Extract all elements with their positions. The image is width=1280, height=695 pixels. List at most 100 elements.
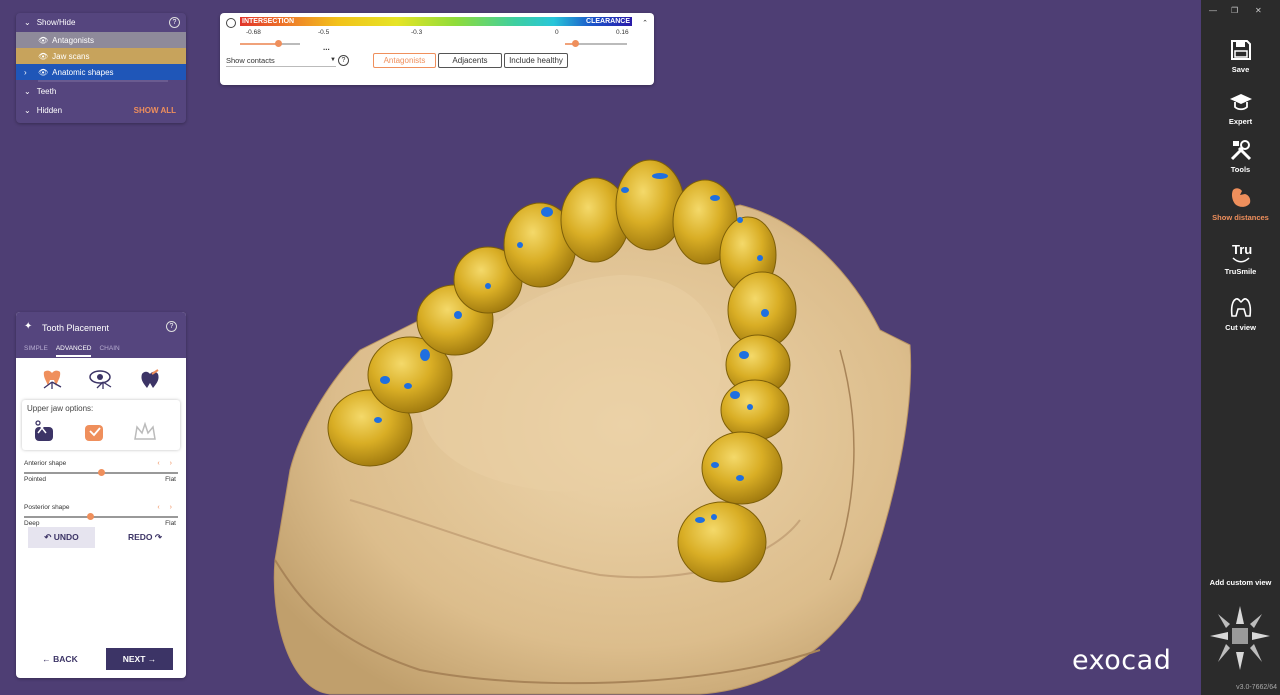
tab-chain[interactable]: CHAIN	[99, 345, 119, 357]
help-icon[interactable]: ?	[338, 55, 349, 66]
version-label: v3.0-7662/64	[1236, 684, 1277, 691]
group-label: Teeth	[36, 87, 57, 96]
tools-icon	[1230, 140, 1251, 161]
slider-max-label: Flat	[165, 476, 176, 483]
redo-icon: ↷	[154, 532, 163, 542]
help-icon[interactable]: ?	[166, 321, 177, 332]
slider-knob[interactable]	[87, 513, 95, 520]
show-all-button[interactable]: SHOW ALL	[134, 106, 176, 115]
eye-icon[interactable]: 👁	[38, 68, 48, 77]
arrow-left-icon: ←	[42, 654, 51, 664]
slider-track[interactable]	[24, 516, 178, 518]
view-axes-icon[interactable]	[89, 368, 113, 390]
adjacents-toggle[interactable]: Adjacents	[438, 53, 502, 68]
toolbar-label: Tools	[1230, 165, 1251, 174]
upper-jaw-icons	[32, 419, 158, 445]
chevron-right-icon[interactable]: ›	[24, 68, 34, 77]
intersection-label: INTERSECTION	[242, 18, 295, 25]
eye-icon[interactable]: 👁	[38, 36, 48, 45]
antagonists-toggle[interactable]: Antagonists	[373, 53, 436, 68]
group-hidden[interactable]: ⌄ Hidden SHOW ALL	[16, 101, 186, 120]
show-distances-icon	[1231, 188, 1250, 207]
clearance-label: CLEARANCE	[586, 18, 630, 25]
tools-button[interactable]: Tools	[1201, 138, 1280, 174]
include-healthy-toggle[interactable]: Include healthy	[504, 53, 568, 68]
tick-label: -0.5	[318, 29, 330, 36]
tooth-refine-icon[interactable]	[82, 419, 108, 445]
anterior-shape-slider[interactable]: Anterior shape ‹ › Pointed Flat	[24, 460, 178, 494]
add-custom-view-label[interactable]: Add custom view	[1201, 578, 1280, 587]
min-slider-knob[interactable]	[275, 40, 282, 47]
view-cube-icon[interactable]	[1208, 604, 1272, 672]
tick-label: -0.3	[411, 29, 423, 36]
toolbar-label: Show distances	[1212, 213, 1269, 222]
slider-name: Anterior shape	[24, 460, 67, 467]
layer-label: Anatomic shapes	[52, 67, 114, 77]
layer-antagonists[interactable]: 👁 Antagonists	[16, 32, 186, 48]
undo-label: UNDO	[53, 532, 79, 542]
tooth-axes-icon[interactable]	[40, 368, 64, 390]
layer-label: Jaw scans	[52, 51, 90, 61]
tab-simple[interactable]: SIMPLE	[24, 345, 48, 357]
slider-knob[interactable]	[98, 469, 105, 476]
cut-view-icon	[1230, 298, 1251, 317]
slider-arrows-icon[interactable]: ‹ ›	[157, 504, 176, 511]
tooth-placement-panel: ✦ Tooth Placement ? SIMPLE ADVANCED CHAI…	[16, 312, 186, 678]
redo-label: REDO	[127, 532, 153, 542]
magic-wand-icon: ✦	[24, 321, 33, 332]
right-toolbar: — ❐ ✕ Save Expert Tools Show distances T…	[1201, 0, 1280, 695]
show-hide-title: Show/Hide	[36, 18, 76, 27]
trusmile-button[interactable]: Tru TruSmile	[1201, 240, 1280, 276]
max-slider-knob[interactable]	[572, 40, 579, 47]
slider-min-label: Pointed	[24, 476, 47, 483]
undo-button[interactable]: ↶ UNDO	[28, 527, 95, 548]
expert-button[interactable]: Expert	[1201, 90, 1280, 126]
show-hide-panel: ⌄ Show/Hide ? 👁 Antagonists 👁 Jaw scans …	[16, 13, 186, 123]
save-icon	[1230, 40, 1251, 60]
layer-anatomic-shapes[interactable]: › 👁 Anatomic shapes	[16, 64, 186, 80]
cut-view-button[interactable]: Cut view	[1201, 296, 1280, 332]
brand-logo: exocad	[1072, 645, 1172, 676]
collapse-icon[interactable]: ⌃	[642, 19, 648, 27]
help-icon[interactable]: ?	[169, 17, 180, 28]
layer-jaw-scans[interactable]: 👁 Jaw scans	[16, 48, 186, 64]
close-icon[interactable]: ✕	[1255, 6, 1262, 15]
distance-colorbar: INTERSECTION CLEARANCE	[240, 17, 632, 26]
slider-max-label: Flat	[165, 520, 176, 527]
distance-legend-panel: INTERSECTION CLEARANCE -0.68 -0.5 -0.3 0…	[220, 13, 654, 85]
show-hide-header[interactable]: ⌄ Show/Hide ?	[16, 13, 186, 32]
arrow-right-icon: →	[147, 654, 157, 664]
layer-label: Antagonists	[52, 35, 94, 45]
chevron-down-icon: ⌄	[24, 87, 31, 96]
tick-label: 0.16	[616, 29, 629, 36]
group-teeth[interactable]: ⌄ Teeth	[16, 82, 186, 101]
chevron-down-icon: ⌄	[24, 18, 31, 27]
more-dots[interactable]: ...	[323, 43, 330, 52]
upper-jaw-label: Upper jaw options:	[27, 404, 94, 413]
trusmile-icon: Tru	[1232, 242, 1252, 263]
tooth-shape-icon[interactable]	[138, 368, 162, 390]
toolbar-label: Save	[1231, 65, 1250, 74]
toolbar-label: TruSmile	[1224, 267, 1257, 276]
back-button[interactable]: ← BACK	[30, 649, 90, 669]
group-label: Hidden	[36, 106, 63, 115]
placement-title: Tooth Placement	[42, 323, 110, 333]
redo-button[interactable]: REDO ↷	[114, 527, 176, 548]
crown-outline-icon[interactable]	[132, 419, 158, 445]
slider-name: Posterior shape	[24, 504, 70, 511]
minimize-icon[interactable]: —	[1209, 6, 1217, 15]
restore-icon[interactable]: ❐	[1231, 6, 1238, 15]
next-button[interactable]: NEXT →	[106, 648, 173, 670]
placement-header: ✦ Tooth Placement ? SIMPLE ADVANCED CHAI…	[16, 312, 186, 358]
next-label: NEXT	[122, 654, 146, 664]
show-distances-button[interactable]: Show distances	[1201, 186, 1280, 222]
contacts-select[interactable]: Show contacts ▼	[226, 55, 336, 67]
toolbar-label: Expert	[1228, 117, 1253, 126]
slider-arrows-icon[interactable]: ‹ ›	[157, 460, 176, 467]
scissors-tooth-icon[interactable]	[32, 419, 58, 445]
tab-advanced[interactable]: ADVANCED	[55, 345, 92, 357]
eye-icon[interactable]: 👁	[38, 52, 48, 61]
chevron-down-icon: ⌄	[24, 106, 31, 115]
back-label: BACK	[53, 654, 78, 664]
save-button[interactable]: Save	[1201, 38, 1280, 74]
